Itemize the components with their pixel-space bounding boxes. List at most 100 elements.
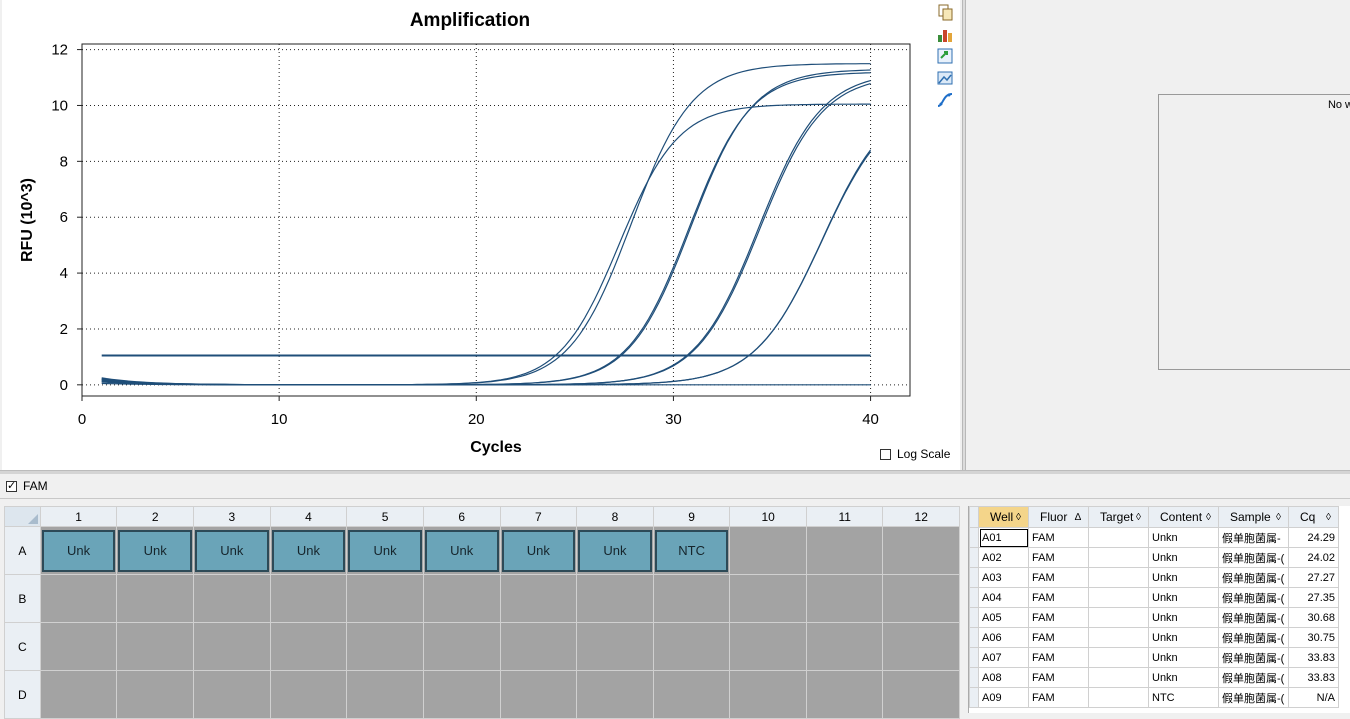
plate-well[interactable]: [499, 670, 578, 719]
plate-well[interactable]: [805, 670, 884, 719]
plate-well[interactable]: [269, 670, 348, 719]
table-row[interactable]: A02 FAM Unkn 假单胞菌属-(24.02: [969, 547, 1339, 568]
cell-cq[interactable]: 24.29: [1288, 527, 1339, 548]
cell-target[interactable]: [1088, 627, 1149, 648]
cell-fluor[interactable]: FAM: [1028, 587, 1089, 608]
export-icon[interactable]: [936, 47, 954, 65]
plate-well[interactable]: [346, 622, 424, 671]
plate-well[interactable]: [346, 670, 424, 719]
fluor-fam-toggle[interactable]: FAM: [6, 479, 48, 493]
cell-well[interactable]: A03: [978, 567, 1029, 588]
cell-content[interactable]: Unkn: [1148, 627, 1219, 648]
cell-content[interactable]: Unkn: [1148, 567, 1219, 588]
plate-well[interactable]: Unk: [346, 526, 424, 575]
plate-well[interactable]: Unk: [39, 526, 118, 575]
column-header-well[interactable]: Well ◊: [978, 506, 1029, 528]
cell-sample[interactable]: 假单胞菌属-: [1218, 527, 1289, 548]
plate-column-header[interactable]: 9: [652, 506, 731, 527]
cell-sample[interactable]: 假单胞菌属-(: [1218, 647, 1289, 668]
plate-well[interactable]: [576, 574, 654, 623]
plate-well[interactable]: [499, 622, 578, 671]
plate-well[interactable]: [882, 574, 960, 623]
cell-content[interactable]: Unkn: [1148, 587, 1219, 608]
sort-icon[interactable]: ◊: [1136, 512, 1141, 523]
plate-well[interactable]: [729, 526, 807, 575]
row-gutter[interactable]: [969, 567, 979, 588]
cell-fluor[interactable]: FAM: [1028, 627, 1089, 648]
plate-well[interactable]: Unk: [269, 526, 348, 575]
plate-column-header[interactable]: 8: [576, 506, 654, 527]
plate-column-header[interactable]: 4: [269, 506, 348, 527]
plate-column-header[interactable]: 3: [193, 506, 271, 527]
row-gutter[interactable]: [969, 647, 979, 668]
plate-row-header[interactable]: C: [4, 622, 41, 671]
plate-well[interactable]: [116, 574, 195, 623]
cell-fluor[interactable]: FAM: [1028, 667, 1089, 688]
plate-well[interactable]: [652, 574, 731, 623]
plate-well[interactable]: [729, 574, 807, 623]
cell-sample[interactable]: 假单胞菌属-(: [1218, 667, 1289, 688]
sort-ascending-icon[interactable]: ∆: [1075, 512, 1081, 523]
plate-well[interactable]: [882, 526, 960, 575]
plate-well[interactable]: Unk: [499, 526, 578, 575]
cell-cq[interactable]: 33.83: [1288, 667, 1339, 688]
cell-well[interactable]: A08: [978, 667, 1029, 688]
cell-content[interactable]: Unkn: [1148, 547, 1219, 568]
plate-well[interactable]: [269, 574, 348, 623]
plate-well[interactable]: [39, 622, 118, 671]
cell-sample[interactable]: 假单胞菌属-(: [1218, 627, 1289, 648]
log-scale-toggle[interactable]: Log Scale: [880, 447, 950, 461]
cell-well[interactable]: A06: [978, 627, 1029, 648]
plate-well[interactable]: [269, 622, 348, 671]
cell-fluor[interactable]: FAM: [1028, 547, 1089, 568]
chart-settings-icon[interactable]: [936, 25, 954, 43]
cell-target[interactable]: [1088, 607, 1149, 628]
cell-well[interactable]: A05: [978, 607, 1029, 628]
row-gutter[interactable]: [969, 547, 979, 568]
plate-well[interactable]: [882, 670, 960, 719]
copy-icon[interactable]: [936, 3, 954, 21]
cell-well[interactable]: A02: [978, 547, 1029, 568]
table-row[interactable]: A07 FAM Unkn 假单胞菌属-(33.83: [969, 647, 1339, 668]
plate-well[interactable]: [499, 574, 578, 623]
row-gutter[interactable]: [969, 667, 979, 688]
plate-row-header[interactable]: D: [4, 670, 41, 719]
plate-well[interactable]: [422, 622, 501, 671]
cell-target[interactable]: [1088, 587, 1149, 608]
cell-target[interactable]: [1088, 687, 1149, 708]
image-icon[interactable]: [936, 69, 954, 87]
plate-select-all[interactable]: [4, 506, 41, 527]
plate-well[interactable]: [805, 526, 884, 575]
cell-target[interactable]: [1088, 667, 1149, 688]
plate-column-header[interactable]: 1: [39, 506, 118, 527]
plate-well[interactable]: Unk: [422, 526, 501, 575]
cell-target[interactable]: [1088, 547, 1149, 568]
plate-well[interactable]: [422, 574, 501, 623]
plate-well[interactable]: NTC: [652, 526, 731, 575]
plate-column-header[interactable]: 2: [116, 506, 195, 527]
cell-content[interactable]: NTC: [1148, 687, 1219, 708]
log-scale-checkbox[interactable]: [880, 448, 891, 460]
cell-cq[interactable]: N/A: [1288, 687, 1339, 708]
table-row[interactable]: A05 FAM Unkn 假单胞菌属-(30.68: [969, 607, 1339, 628]
curve-icon[interactable]: [936, 91, 954, 109]
plate-well[interactable]: [422, 670, 501, 719]
plate-well[interactable]: [346, 574, 424, 623]
sort-icon[interactable]: ◊: [1206, 512, 1211, 523]
cell-sample[interactable]: 假单胞菌属-(: [1218, 607, 1289, 628]
plate-row-header[interactable]: A: [4, 526, 41, 575]
sort-icon[interactable]: ◊: [1326, 512, 1331, 523]
plate-column-header[interactable]: 6: [422, 506, 501, 527]
column-header-content[interactable]: Content ◊: [1148, 506, 1219, 528]
sort-icon[interactable]: ◊: [1016, 512, 1021, 523]
plate-well[interactable]: [39, 670, 118, 719]
cell-cq[interactable]: 33.83: [1288, 647, 1339, 668]
table-row[interactable]: A08 FAM Unkn 假单胞菌属-(33.83: [969, 667, 1339, 688]
sort-icon[interactable]: ◊: [1276, 512, 1281, 523]
cell-target[interactable]: [1088, 647, 1149, 668]
plate-well[interactable]: [116, 622, 195, 671]
plate-well[interactable]: Unk: [576, 526, 654, 575]
cell-cq[interactable]: 27.35: [1288, 587, 1339, 608]
table-row[interactable]: A04 FAM Unkn 假单胞菌属-(27.35: [969, 587, 1339, 608]
plate-well[interactable]: Unk: [116, 526, 195, 575]
